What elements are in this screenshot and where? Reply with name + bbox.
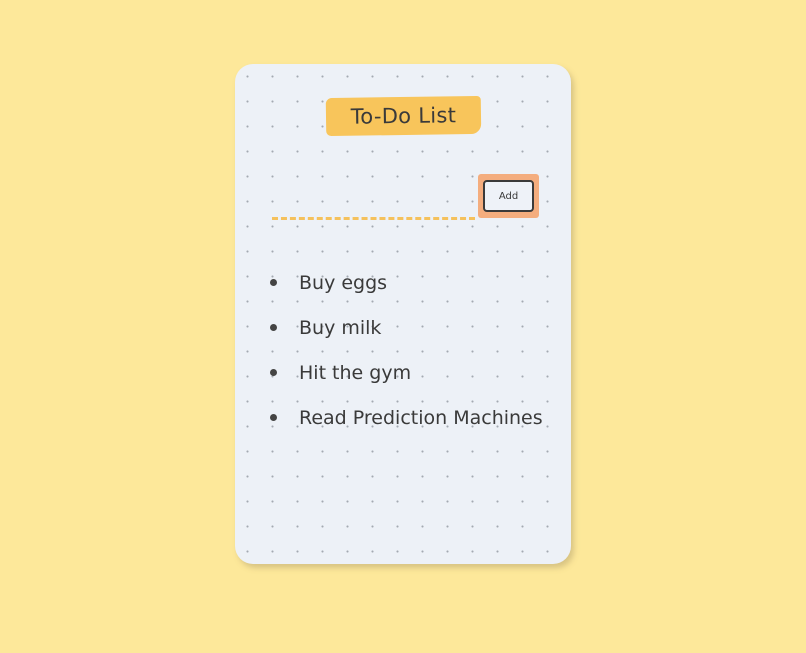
bullet-icon	[270, 414, 277, 421]
list-item[interactable]: Buy eggs	[265, 260, 543, 305]
todo-text: Read Prediction Machines	[299, 406, 543, 429]
list-item[interactable]: Buy milk	[265, 305, 543, 350]
list-item[interactable]: Hit the gym	[265, 350, 543, 395]
todo-list: Buy eggs Buy milk Hit the gym Read Predi…	[265, 260, 543, 440]
todo-text: Buy milk	[299, 316, 382, 339]
page-title: To-Do List	[350, 103, 457, 129]
add-button[interactable]: Add	[478, 174, 539, 218]
list-item[interactable]: Read Prediction Machines	[265, 395, 543, 440]
task-input[interactable]	[272, 195, 475, 220]
bullet-icon	[270, 324, 277, 331]
add-button-label: Add	[483, 180, 534, 212]
bullet-icon	[270, 279, 277, 286]
todo-text: Hit the gym	[299, 361, 412, 384]
todo-text: Buy eggs	[299, 271, 388, 294]
title-tag: To-Do List	[325, 95, 482, 137]
todo-card: To-Do List Add Buy eggs Buy milk Hit the…	[235, 64, 571, 564]
bullet-icon	[270, 369, 277, 376]
